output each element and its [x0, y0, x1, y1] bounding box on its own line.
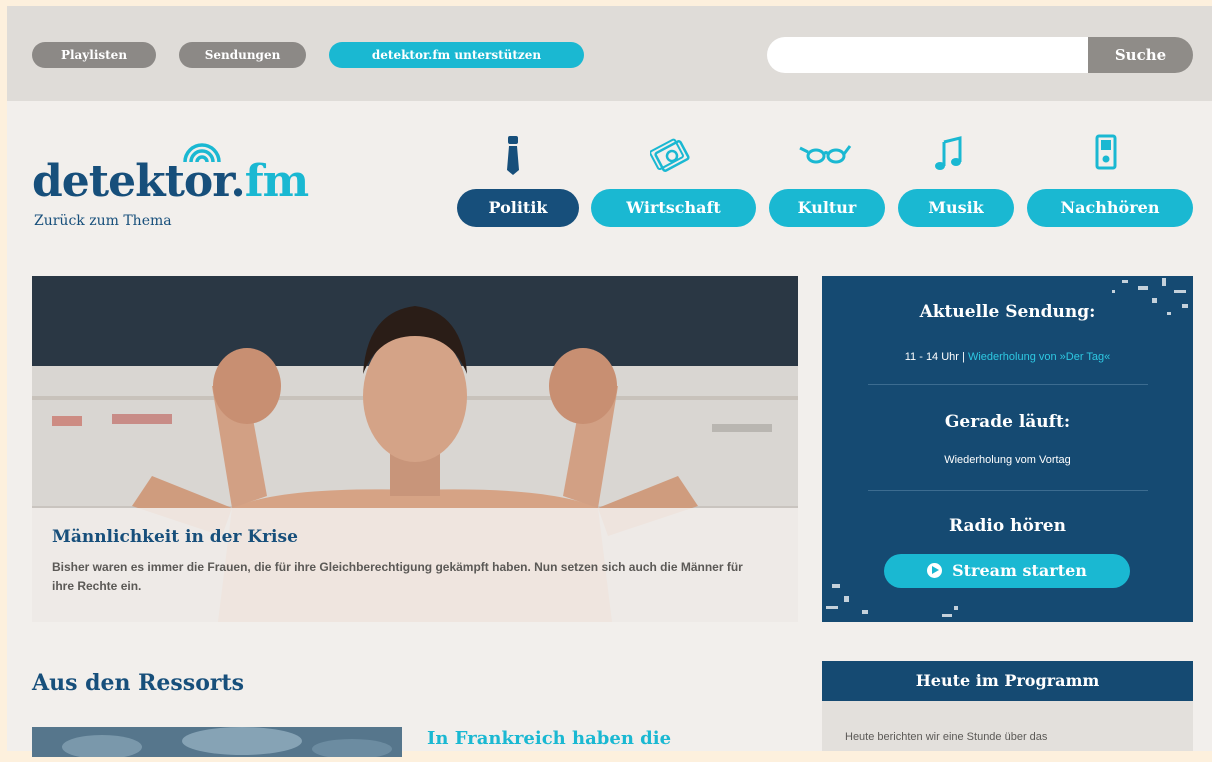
now-playing-heading: Gerade läuft: [944, 412, 1071, 432]
playlists-link[interactable]: Playlisten [32, 42, 156, 68]
hero-teaser[interactable]: Männlichkeit in der Krise Bisher waren e… [32, 276, 798, 622]
nav-wirtschaft[interactable]: Wirtschaft [591, 189, 756, 227]
current-show-heading: Aktuelle Sendung: [919, 302, 1096, 322]
page: Playlisten Sendungen detektor.fm unterst… [7, 6, 1212, 759]
article-thumbnail[interactable] [32, 727, 402, 759]
play-icon [927, 563, 943, 578]
current-show-link[interactable]: Wiederholung von »Der Tag« [968, 351, 1110, 363]
nav-politik[interactable]: Politik [457, 189, 579, 227]
tie-icon [507, 136, 519, 175]
signal-waves-icon [183, 143, 221, 163]
search-button[interactable]: Suche [1088, 37, 1193, 73]
program-box [822, 701, 1193, 751]
nav-nachhoeren[interactable]: Nachhören [1027, 189, 1193, 227]
article-thumbnail-image [32, 727, 402, 759]
nav-musik[interactable]: Musik [898, 189, 1014, 227]
search-input[interactable] [767, 37, 1089, 73]
music-note-icon [935, 136, 962, 170]
now-playing-text: Wiederholung vom Vortag [944, 454, 1071, 466]
site-logo[interactable]: detektor.fm [32, 152, 309, 212]
ressorts-heading: Aus den Ressorts [32, 670, 245, 696]
broadcasts-link[interactable]: Sendungen [179, 42, 306, 68]
hero-title[interactable]: Männlichkeit in der Krise [52, 527, 298, 547]
ipod-icon [1095, 134, 1117, 170]
radio-heading: Radio hören [949, 516, 1066, 536]
now-playing-panel: Aktuelle Sendung: 11 - 14 Uhr | Wiederho… [822, 276, 1193, 622]
current-show-info: 11 - 14 Uhr | Wiederholung von »Der Tag« [904, 351, 1111, 363]
panel-divider [868, 490, 1148, 491]
support-link[interactable]: detektor.fm unterstützen [329, 42, 584, 68]
nav-kultur[interactable]: Kultur [769, 189, 885, 227]
panel-divider [868, 384, 1148, 385]
program-heading: Heute im Programm [822, 661, 1193, 701]
top-bar: Playlisten Sendungen detektor.fm unterst… [7, 6, 1212, 101]
glasses-icon [799, 145, 852, 164]
hero-text: Bisher waren es immer die Frauen, die fü… [52, 560, 743, 593]
program-text: Heute berichten wir eine Stunde über das [845, 731, 1048, 743]
stream-start-button[interactable]: Stream starten [884, 554, 1130, 588]
article-headline[interactable]: In Frankreich haben die [427, 728, 671, 749]
money-icon [650, 138, 690, 172]
site-tagline: Zurück zum Thema [34, 213, 172, 229]
